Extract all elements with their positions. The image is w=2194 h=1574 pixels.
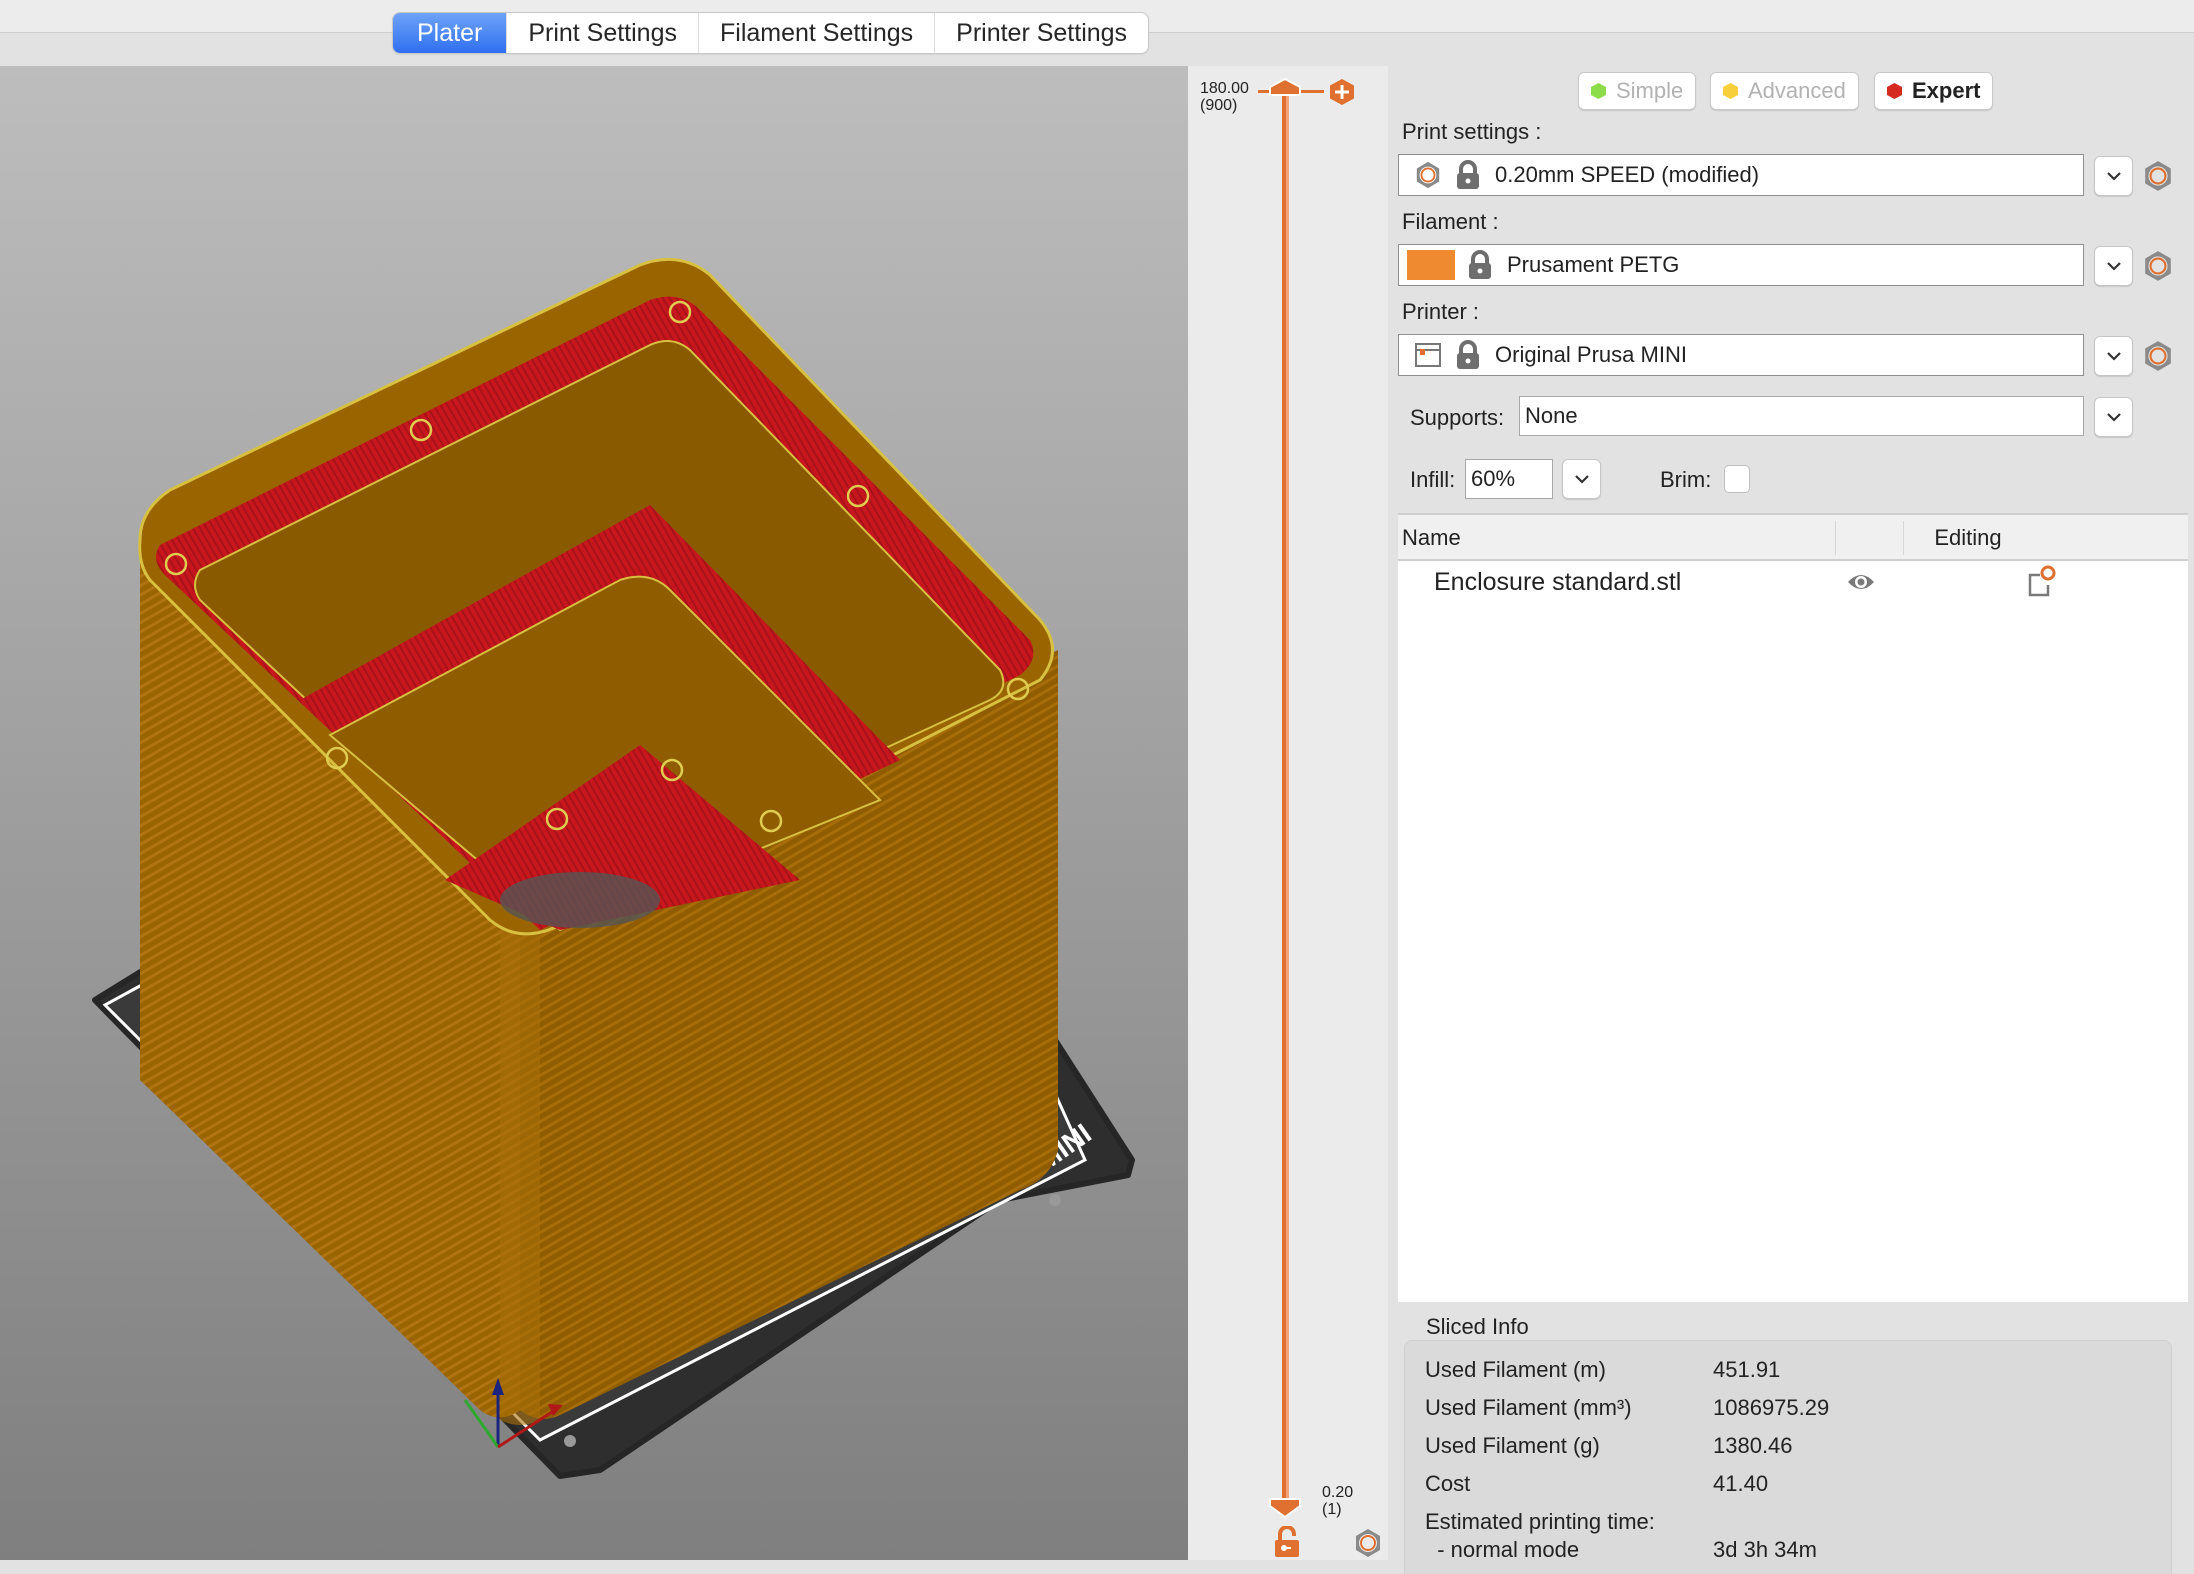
printer-dropdown[interactable] <box>2094 336 2133 376</box>
infill-dropdown[interactable] <box>1562 459 1601 499</box>
chevron-down-icon <box>2106 172 2121 181</box>
slider-track[interactable] <box>1282 90 1289 1500</box>
tab-plater[interactable]: Plater <box>393 13 507 53</box>
filament-dropdown[interactable] <box>2094 246 2133 286</box>
bottom-height-label: 0.20 <box>1322 1484 1354 1501</box>
sliced-info-panel: Used Filament (m) 451.91 Used Filament (… <box>1404 1340 2172 1574</box>
infill-input[interactable]: 60% <box>1465 459 1553 499</box>
tab-print-settings[interactable]: Print Settings <box>506 13 698 53</box>
column-name[interactable]: Name <box>1402 525 1461 551</box>
sliced-label: Used Filament (m) <box>1425 1357 1606 1382</box>
filament-combo[interactable]: Prusament PETG <box>1398 244 2084 286</box>
mode-simple-label: Simple <box>1616 78 1684 103</box>
infill-label: Infill: <box>1410 467 1456 492</box>
visibility-eye-icon[interactable] <box>1846 569 1876 595</box>
sliced-row-filament-m: Used Filament (m) 451.91 <box>1425 1357 1780 1383</box>
brim-label: Brim: <box>1660 467 1712 492</box>
sliced-label: Cost <box>1425 1471 1471 1496</box>
unlock-icon[interactable] <box>1274 1526 1300 1558</box>
tab-filament-settings[interactable]: Filament Settings <box>698 13 934 53</box>
sliced-value: 3d 3h 34m <box>1713 1537 1817 1562</box>
print-settings-combo[interactable]: 0.20mm SPEED (modified) <box>1398 154 2084 196</box>
sliced-label: - normal mode <box>1425 1537 1580 1562</box>
mode-advanced-label: Advanced <box>1748 78 1846 103</box>
mode-simple-button[interactable]: Simple <box>1578 72 1697 110</box>
print-settings-label: Print settings : <box>1402 119 1542 144</box>
sliced-row-cost: Cost 41.40 <box>1425 1471 1768 1497</box>
sliced-label: Used Filament (mm³) <box>1425 1395 1632 1420</box>
add-color-change-icon[interactable] <box>1328 78 1356 106</box>
column-editing[interactable]: Editing <box>1848 525 2088 551</box>
printer-edit-gear-icon[interactable] <box>2142 340 2174 372</box>
object-row[interactable]: Enclosure standard.stl <box>1398 561 2188 605</box>
sliced-row-normal-mode: - normal mode 3d 3h 34m <box>1425 1537 1817 1563</box>
object-list: Name Editing Enclosure standard.stl <box>1398 513 2188 1302</box>
lower-thumb-icon[interactable] <box>1268 1498 1302 1518</box>
main-tabs: Plater Print Settings Filament Settings … <box>393 13 1149 53</box>
top-height-label: 180.00 <box>1200 80 1249 97</box>
edit-settings-icon[interactable] <box>2026 565 2056 597</box>
column-separator <box>1835 521 1836 555</box>
printer-icon <box>1413 340 1443 370</box>
lock-icon <box>1457 340 1479 369</box>
filament-value: Prusament PETG <box>1507 252 1680 277</box>
printer-label: Printer : <box>1402 299 1480 324</box>
upper-thumb-icon[interactable] <box>1268 78 1302 96</box>
sliced-row-filament-g: Used Filament (g) 1380.46 <box>1425 1433 1793 1459</box>
brim-checkbox[interactable] <box>1724 465 1750 493</box>
layer-slider[interactable]: 180.00 (900) 0.20 (1) <box>1188 66 1388 1560</box>
supports-label: Supports: <box>1410 405 1505 430</box>
chevron-down-icon <box>2106 413 2121 422</box>
mode-advanced-button[interactable]: Advanced <box>1710 72 1859 110</box>
chevron-down-icon <box>1574 475 1589 484</box>
printer-combo[interactable]: Original Prusa MINI <box>1398 334 2084 376</box>
sliced-value: 41.40 <box>1713 1471 1769 1496</box>
sliced-row-time-heading: Estimated printing time: <box>1425 1509 1713 1535</box>
printer-value: Original Prusa MINI <box>1495 342 1687 367</box>
scene: MINI <box>92 257 1135 1479</box>
right-sidebar: Simple Advanced Expert Print settings : … <box>1388 66 2194 1574</box>
bottom-layer-label: (1) <box>1322 1501 1342 1518</box>
lock-icon <box>1469 250 1491 279</box>
slider-settings-gear-icon[interactable] <box>1353 1528 1383 1558</box>
supports-select[interactable]: None <box>1519 396 2084 436</box>
filament-edit-gear-icon[interactable] <box>2142 250 2174 282</box>
3d-viewport[interactable]: MINI <box>0 66 1188 1560</box>
print-settings-dropdown[interactable] <box>2094 156 2133 196</box>
lock-icon <box>1457 160 1479 189</box>
top-layer-label: (900) <box>1200 97 1238 114</box>
object-name[interactable]: Enclosure standard.stl <box>1434 568 1681 597</box>
mode-expert-label: Expert <box>1912 78 1981 103</box>
sliced-value: 1086975.29 <box>1713 1395 1830 1420</box>
tab-printer-settings[interactable]: Printer Settings <box>934 13 1148 53</box>
mode-expert-button[interactable]: Expert <box>1874 72 1994 110</box>
print-settings-edit-gear-icon[interactable] <box>2142 160 2174 192</box>
red-hexagon-icon <box>1887 83 1902 99</box>
filament-label: Filament : <box>1402 209 1499 234</box>
sliced-label: Estimated printing time: <box>1425 1509 1655 1534</box>
sliced-value: 1380.46 <box>1713 1433 1793 1458</box>
supports-dropdown[interactable] <box>2094 397 2133 437</box>
status-strip <box>0 1560 1388 1574</box>
print-settings-value: 0.20mm SPEED (modified) <box>1495 162 1760 187</box>
sliced-row-filament-mm3: Used Filament (mm³) 1086975.29 <box>1425 1395 1829 1421</box>
sliced-info-title: Sliced Info <box>1426 1314 1529 1339</box>
sliced-label: Used Filament (g) <box>1425 1433 1600 1458</box>
yellow-hexagon-icon <box>1723 83 1738 99</box>
print-settings-gear-icon <box>1413 160 1443 190</box>
chevron-down-icon <box>2106 352 2121 361</box>
sliced-value: 451.91 <box>1713 1357 1781 1382</box>
filament-color-swatch[interactable] <box>1407 250 1455 280</box>
object-list-header: Name Editing <box>1398 513 2188 561</box>
chevron-down-icon <box>2106 262 2121 271</box>
green-hexagon-icon <box>1591 83 1606 99</box>
